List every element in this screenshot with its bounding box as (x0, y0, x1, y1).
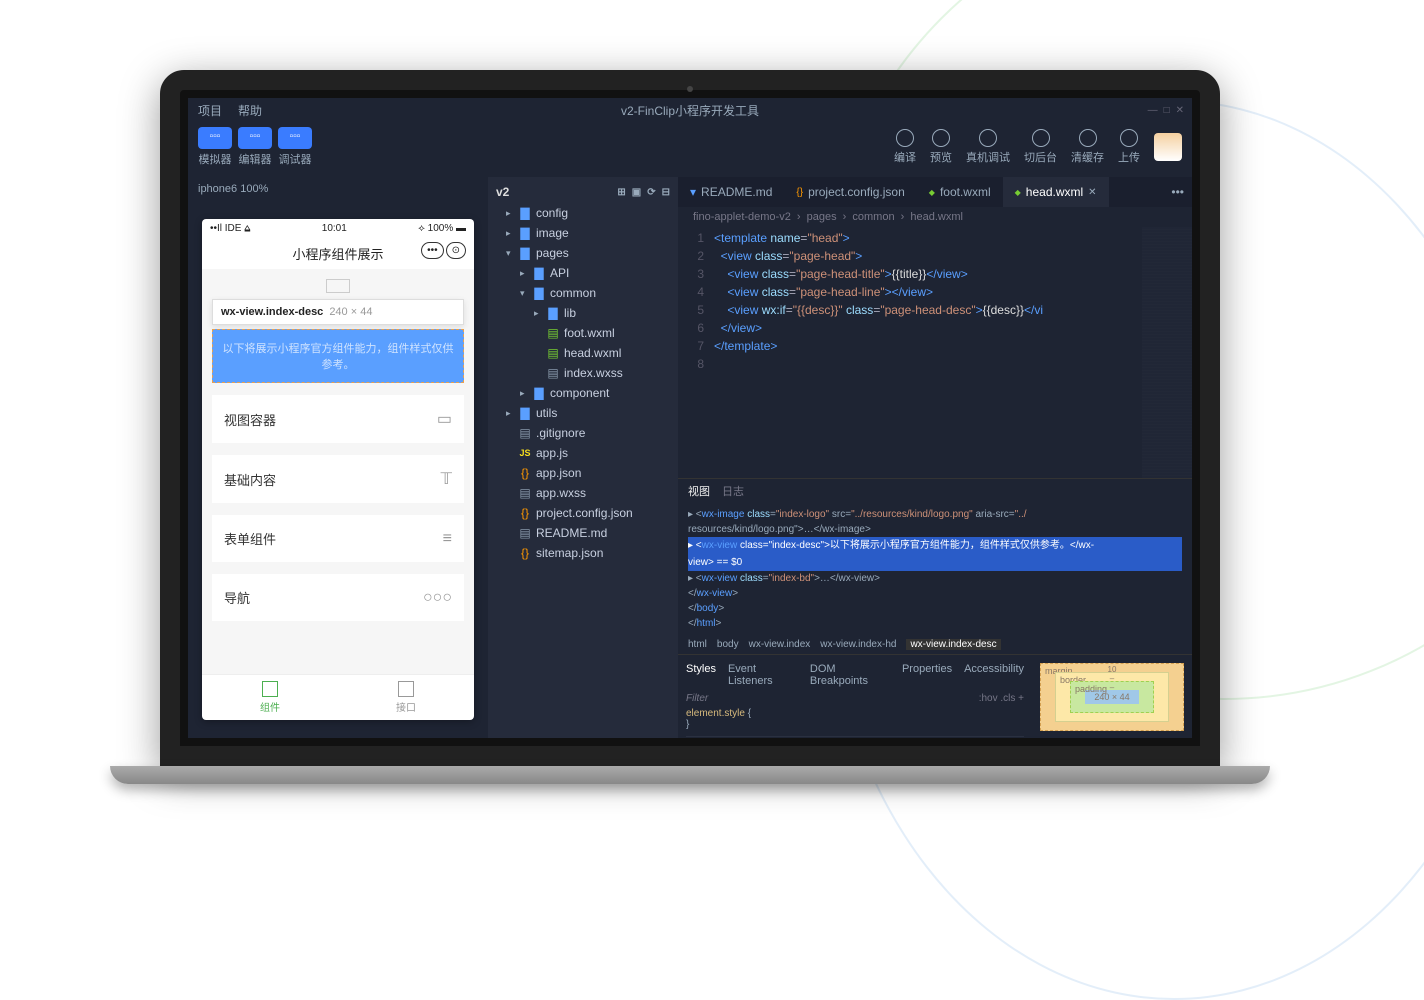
file-explorer: v2 ⊞ ▣ ⟳ ⊟ ▸▇config▸▇image▾▇pages▸▇API▾▇… (488, 177, 678, 738)
box-model[interactable]: margin 10 border – padding – 240 × 4 (1032, 655, 1192, 738)
tree-item[interactable]: ▸▇component (488, 383, 678, 403)
tree-item[interactable]: ▤README.md (488, 523, 678, 543)
phone-clock: 10:01 (322, 223, 347, 234)
editor-pane: ▾README.md{}project.config.json◆foot.wxm… (678, 177, 1192, 738)
menu-card-3[interactable]: 导航○○○ (212, 574, 464, 621)
editor-tab[interactable]: {}project.config.json (784, 177, 916, 207)
tree-item[interactable]: ▸▇lib (488, 303, 678, 323)
tree-item[interactable]: ▤index.wxss (488, 363, 678, 383)
styles-subtab[interactable]: Accessibility (964, 663, 1024, 687)
tree-item[interactable]: {}app.json (488, 463, 678, 483)
tree-item[interactable]: ▸▇image (488, 223, 678, 243)
tree-item[interactable]: JSapp.js (488, 443, 678, 463)
toolbar-pill-2[interactable]: ▫▫▫ (278, 127, 312, 149)
menu-card-2[interactable]: 表单组件≡ (212, 515, 464, 562)
tab-overflow-icon[interactable]: ••• (1163, 185, 1192, 199)
toolbar: ▫▫▫模拟器▫▫▫编辑器▫▫▫调试器 编译预览真机调试切后台清缓存上传 (188, 123, 1192, 177)
styles-filter-input[interactable]: Filter (686, 693, 979, 704)
styles-subtab[interactable]: Event Listeners (728, 663, 798, 687)
devtools-tab-console[interactable]: 日志 (722, 483, 744, 499)
tree-item[interactable]: {}sitemap.json (488, 543, 678, 563)
tree-item[interactable]: {}project.config.json (488, 503, 678, 523)
tree-item[interactable]: ▸▇utils (488, 403, 678, 423)
toolbar-action-3[interactable]: 切后台 (1024, 129, 1057, 165)
tree-item[interactable]: ▾▇pages (488, 243, 678, 263)
tree-item[interactable]: ▸▇config (488, 203, 678, 223)
minimap[interactable] (1142, 227, 1192, 478)
phone-preview: ••Il IDE ⩠ 10:01 ⟡ 100% ▬ 小程序组件展示 ••• ⊙ (202, 219, 474, 720)
inspect-tooltip: wx-view.index-desc 240 × 44 (212, 299, 464, 325)
toolbar-action-4[interactable]: 清缓存 (1071, 129, 1104, 165)
breadcrumb[interactable]: fino-applet-demo-v2 › pages › common › h… (678, 207, 1192, 227)
tabbar-item-1[interactable]: 接口 (338, 675, 474, 720)
avatar[interactable] (1154, 133, 1182, 161)
capsule-close-icon[interactable]: ⊙ (446, 242, 466, 259)
project-root[interactable]: v2 (496, 185, 509, 199)
tree-item[interactable]: ▸▇API (488, 263, 678, 283)
new-file-icon[interactable]: ⊞ (617, 187, 625, 198)
devtools-panel: 视图 日志 ▸ <wx-image class="index-logo" src… (678, 478, 1192, 738)
capsule-more-icon[interactable]: ••• (421, 242, 444, 259)
new-folder-icon[interactable]: ▣ (632, 187, 641, 198)
styles-subtab[interactable]: Properties (902, 663, 952, 687)
toolbar-pill-1[interactable]: ▫▫▫ (238, 127, 272, 149)
menu-help[interactable]: 帮助 (238, 102, 262, 119)
dom-breadcrumb[interactable]: htmlbodywx-view.indexwx-view.index-hdwx-… (678, 635, 1192, 654)
hov-toggle[interactable]: :hov (979, 693, 998, 704)
menu-card-1[interactable]: 基础内容𝕋 (212, 455, 464, 503)
tree-item[interactable]: ▤app.wxss (488, 483, 678, 503)
window-title: v2-FinClip小程序开发工具 (621, 102, 759, 119)
tree-item[interactable]: ▤foot.wxml (488, 323, 678, 343)
selected-element-overlay[interactable]: 以下将展示小程序官方组件能力，组件样式仅供参考。 (212, 329, 464, 383)
toolbar-action-5[interactable]: 上传 (1118, 129, 1140, 165)
toolbar-action-0[interactable]: 编译 (894, 129, 916, 165)
devtools-tab-elements[interactable]: 视图 (688, 483, 710, 499)
window-close-icon[interactable]: ✕ (1176, 105, 1184, 116)
css-rule[interactable]: element.style {} (686, 706, 1024, 737)
page-title: 小程序组件展示 (292, 247, 383, 262)
ide-window: 项目 帮助 v2-FinClip小程序开发工具 — □ ✕ ▫▫▫模拟器▫▫▫编… (188, 98, 1192, 738)
simulator-device-label[interactable]: iphone6 100% (188, 177, 488, 201)
collapse-icon[interactable]: ⊟ (662, 187, 670, 198)
tabbar-item-0[interactable]: 组件 (202, 675, 338, 720)
window-min-icon[interactable]: — (1148, 105, 1158, 116)
refresh-icon[interactable]: ⟳ (647, 187, 655, 198)
window-max-icon[interactable]: □ (1164, 105, 1170, 116)
menubar: 项目 帮助 v2-FinClip小程序开发工具 — □ ✕ (188, 98, 1192, 123)
laptop-frame: 项目 帮助 v2-FinClip小程序开发工具 — □ ✕ ▫▫▫模拟器▫▫▫编… (160, 70, 1220, 784)
dom-tree[interactable]: ▸ <wx-image class="index-logo" src="../r… (678, 503, 1192, 635)
menu-project[interactable]: 项目 (198, 102, 222, 119)
tree-item[interactable]: ▾▇common (488, 283, 678, 303)
battery-icon: ⟡ 100% ▬ (418, 223, 466, 234)
signal-icon: ••Il IDE ⩠ (210, 223, 250, 234)
menu-card-0[interactable]: 视图容器▭ (212, 395, 464, 443)
simulator-pane: iphone6 100% ••Il IDE ⩠ 10:01 ⟡ 100% ▬ 小… (188, 177, 488, 738)
editor-tab[interactable]: ◆foot.wxml (917, 177, 1003, 207)
tree-item[interactable]: ▤.gitignore (488, 423, 678, 443)
code-editor[interactable]: 1<template name="head">2 <view class="pa… (678, 227, 1192, 478)
toolbar-pill-0[interactable]: ▫▫▫ (198, 127, 232, 149)
toolbar-action-2[interactable]: 真机调试 (966, 129, 1010, 165)
css-rule[interactable]: </span><span class="sel">.index-desc</sp… (686, 737, 1024, 738)
editor-tab[interactable]: ◆head.wxml✕ (1003, 177, 1109, 207)
close-tab-icon[interactable]: ✕ (1088, 187, 1096, 198)
add-rule-icon[interactable]: + (1018, 693, 1024, 704)
placeholder-logo (326, 279, 350, 293)
styles-subtab[interactable]: Styles (686, 663, 716, 687)
cls-toggle[interactable]: .cls (1000, 693, 1015, 704)
tree-item[interactable]: ▤head.wxml (488, 343, 678, 363)
toolbar-action-1[interactable]: 预览 (930, 129, 952, 165)
styles-subtab[interactable]: DOM Breakpoints (810, 663, 890, 687)
editor-tab[interactable]: ▾README.md (678, 177, 784, 207)
